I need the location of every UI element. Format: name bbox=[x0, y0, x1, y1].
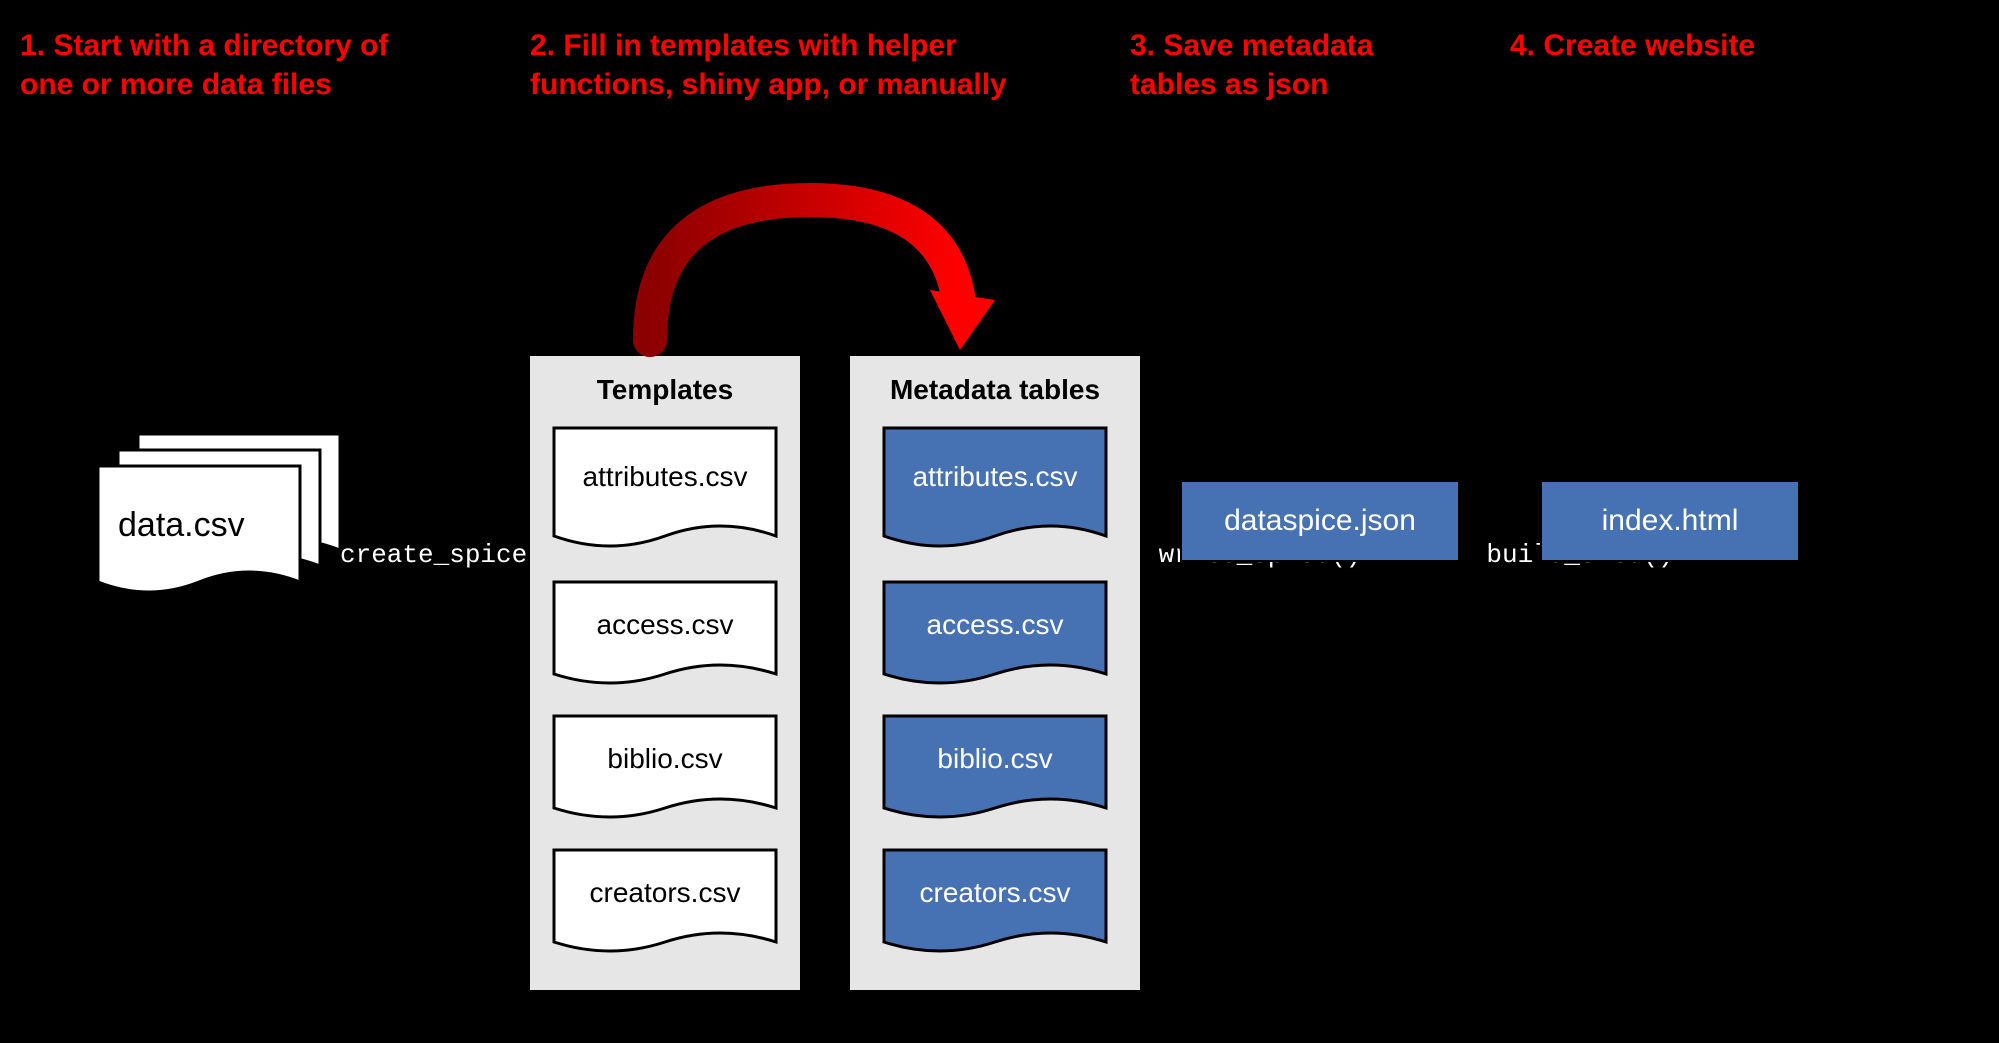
datafile-label: data.csv bbox=[118, 506, 245, 544]
template-biblio-icon: biblio.csv bbox=[550, 712, 780, 832]
fill-arrow-icon bbox=[590, 170, 1030, 370]
output-json-box: dataspice.json bbox=[1180, 480, 1460, 562]
output-json-label: dataspice.json bbox=[1224, 504, 1416, 538]
metadata-creators-label: creators.csv bbox=[920, 877, 1071, 908]
input-files-stack: data.csv bbox=[90, 430, 350, 630]
step-4-label: 4. Create website bbox=[1510, 26, 1810, 65]
template-access-label: access.csv bbox=[597, 609, 734, 640]
step-2-label: 2. Fill in templates with helper functio… bbox=[530, 26, 1050, 104]
step-3-label: 3. Save metadata tables as json bbox=[1130, 26, 1430, 104]
template-attributes-label: attributes.csv bbox=[583, 461, 748, 492]
metadata-access-label: access.csv bbox=[927, 609, 1064, 640]
metadata-attributes-icon: attributes.csv bbox=[880, 424, 1110, 564]
template-attributes-icon: attributes.csv bbox=[550, 424, 780, 564]
template-access-icon: access.csv bbox=[550, 578, 780, 698]
metadata-access-icon: access.csv bbox=[880, 578, 1110, 698]
output-html-label: index.html bbox=[1602, 504, 1739, 538]
templates-panel-title: Templates bbox=[597, 374, 733, 406]
metadata-creators-icon: creators.csv bbox=[880, 846, 1110, 966]
template-creators-label: creators.csv bbox=[590, 877, 741, 908]
metadata-biblio-label: biblio.csv bbox=[937, 743, 1052, 774]
step-1-label: 1. Start with a directory of one or more… bbox=[20, 26, 400, 104]
metadata-panel: Metadata tables attributes.csv access.cs… bbox=[850, 356, 1140, 990]
output-html-box: index.html bbox=[1540, 480, 1800, 562]
template-biblio-label: biblio.csv bbox=[607, 743, 722, 774]
templates-panel: Templates attributes.csv access.csv bibl… bbox=[530, 356, 800, 990]
metadata-attributes-label: attributes.csv bbox=[913, 461, 1078, 492]
template-creators-icon: creators.csv bbox=[550, 846, 780, 966]
caption-create-spice: create_spice() bbox=[340, 540, 540, 570]
metadata-panel-title: Metadata tables bbox=[890, 374, 1100, 406]
metadata-biblio-icon: biblio.csv bbox=[880, 712, 1110, 832]
datafile-front-icon: data.csv bbox=[94, 462, 304, 612]
